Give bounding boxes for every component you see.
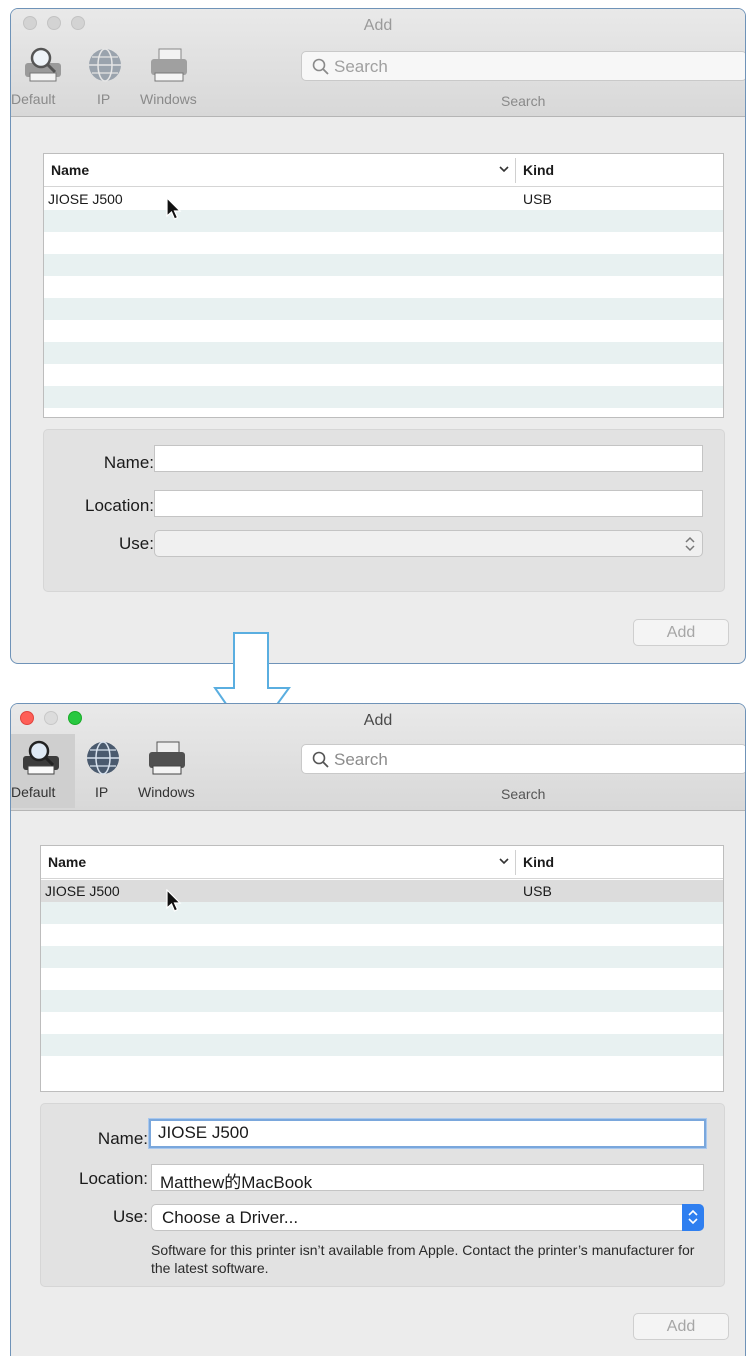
toolbar-windows-button[interactable]: Windows	[137, 41, 207, 115]
empty-row	[44, 232, 723, 254]
table-row[interactable]: JIOSE J500 USB	[44, 188, 723, 210]
column-header-kind[interactable]: Kind	[523, 162, 554, 178]
use-label: Use:	[119, 534, 154, 553]
empty-row	[41, 990, 723, 1012]
toolbar-ip-label: IP	[95, 784, 109, 800]
empty-row	[44, 386, 723, 408]
empty-row	[44, 364, 723, 386]
toolbar-windows-button[interactable]: Windows	[135, 734, 205, 808]
use-label: Use:	[113, 1207, 148, 1226]
toolbar-default-button[interactable]: Default	[11, 41, 75, 115]
toolbar-ip-button[interactable]: IP	[81, 41, 127, 115]
toolbar-ip-label: IP	[97, 91, 111, 107]
sort-chevron-icon[interactable]	[497, 854, 511, 868]
printer-details-form: Name: JIOSE J500 Location: Matthew的MacBo…	[40, 1103, 725, 1287]
search-label: Search	[501, 93, 546, 109]
printer-name-cell: JIOSE J500	[45, 883, 120, 899]
empty-row	[44, 342, 723, 364]
column-header-name[interactable]: Name	[51, 162, 89, 178]
empty-row	[44, 210, 723, 232]
printer-list[interactable]: Name Kind JIOSE J500 USB	[43, 153, 724, 418]
ip-globe-icon	[89, 48, 121, 82]
toolbar: Add Default IP Windows Search Search	[11, 704, 745, 811]
toolbar-windows-label: Windows	[140, 91, 197, 107]
empty-row	[41, 1034, 723, 1056]
printer-details-form: Name: Location: Use:	[43, 429, 725, 592]
search-label: Search	[501, 786, 546, 802]
use-driver-select[interactable]	[154, 530, 703, 557]
window-title: Add	[363, 712, 393, 729]
search-icon	[312, 58, 329, 75]
search-field[interactable]: Search	[301, 744, 745, 774]
name-field[interactable]	[154, 445, 703, 472]
toolbar-default-label: Default	[11, 784, 56, 800]
search-placeholder: Search	[334, 57, 388, 76]
empty-row	[44, 254, 723, 276]
search-icon	[312, 751, 329, 768]
location-label: Location:	[79, 1169, 148, 1188]
toolbar-default-button[interactable]: Default	[11, 734, 75, 808]
empty-row	[41, 1012, 723, 1034]
list-header: Name Kind	[41, 846, 723, 879]
printer-name-cell: JIOSE J500	[48, 191, 123, 207]
windows-printer-icon	[151, 48, 187, 82]
select-stepper	[682, 1204, 704, 1231]
updown-chevron-icon	[685, 536, 695, 552]
driver-help-text: Software for this printer isn’t availabl…	[151, 1242, 695, 1276]
empty-row	[41, 946, 723, 968]
mouse-cursor-icon	[166, 197, 182, 220]
empty-row	[41, 924, 723, 946]
column-divider	[515, 158, 516, 183]
windows-printer-icon	[149, 741, 185, 775]
name-label: Name:	[97, 1129, 148, 1148]
add-button[interactable]: Add	[633, 1313, 729, 1340]
table-row-selected[interactable]: JIOSE J500 USB	[41, 880, 723, 902]
printer-list[interactable]: Name Kind JIOSE J500 USB	[40, 845, 724, 1092]
column-header-kind[interactable]: Kind	[523, 854, 554, 870]
ip-globe-icon	[87, 741, 119, 775]
printer-kind-cell: USB	[523, 191, 552, 207]
empty-row	[44, 320, 723, 342]
toolbar-windows-label: Windows	[138, 784, 195, 800]
empty-row	[41, 1056, 723, 1078]
window-title: Add	[363, 17, 393, 34]
location-label: Location:	[85, 496, 154, 515]
sort-chevron-icon[interactable]	[497, 162, 511, 176]
use-driver-value: Choose a Driver...	[162, 1208, 299, 1227]
use-driver-select[interactable]: Choose a Driver...	[151, 1204, 704, 1231]
empty-row	[41, 968, 723, 990]
list-header: Name Kind	[44, 154, 723, 187]
name-label: Name:	[103, 453, 154, 472]
default-printer-search-icon	[23, 740, 59, 775]
name-field[interactable]: JIOSE J500	[149, 1119, 706, 1148]
updown-chevron-icon	[688, 1209, 698, 1225]
mouse-cursor-icon	[166, 889, 182, 912]
add-button[interactable]: Add	[633, 619, 729, 646]
empty-row	[44, 276, 723, 298]
printer-kind-cell: USB	[523, 883, 552, 899]
empty-row	[41, 902, 723, 924]
search-placeholder: Search	[334, 750, 388, 769]
default-printer-search-icon	[25, 47, 61, 82]
empty-row	[44, 298, 723, 320]
search-field[interactable]: Search	[301, 51, 745, 81]
add-printer-window-after: Add Default IP Windows Search Search Nam…	[10, 703, 746, 1356]
toolbar-default-label: Default	[11, 91, 56, 107]
column-header-name[interactable]: Name	[48, 854, 86, 870]
add-printer-window-before: Add Default IP Windows Search Search Nam…	[10, 8, 746, 664]
location-field[interactable]: Matthew的MacBook	[151, 1164, 704, 1192]
toolbar: Add Default IP Windows Search Search	[11, 9, 745, 117]
column-divider	[515, 850, 516, 875]
toolbar-ip-button[interactable]: IP	[79, 734, 125, 808]
location-field[interactable]	[154, 490, 703, 517]
